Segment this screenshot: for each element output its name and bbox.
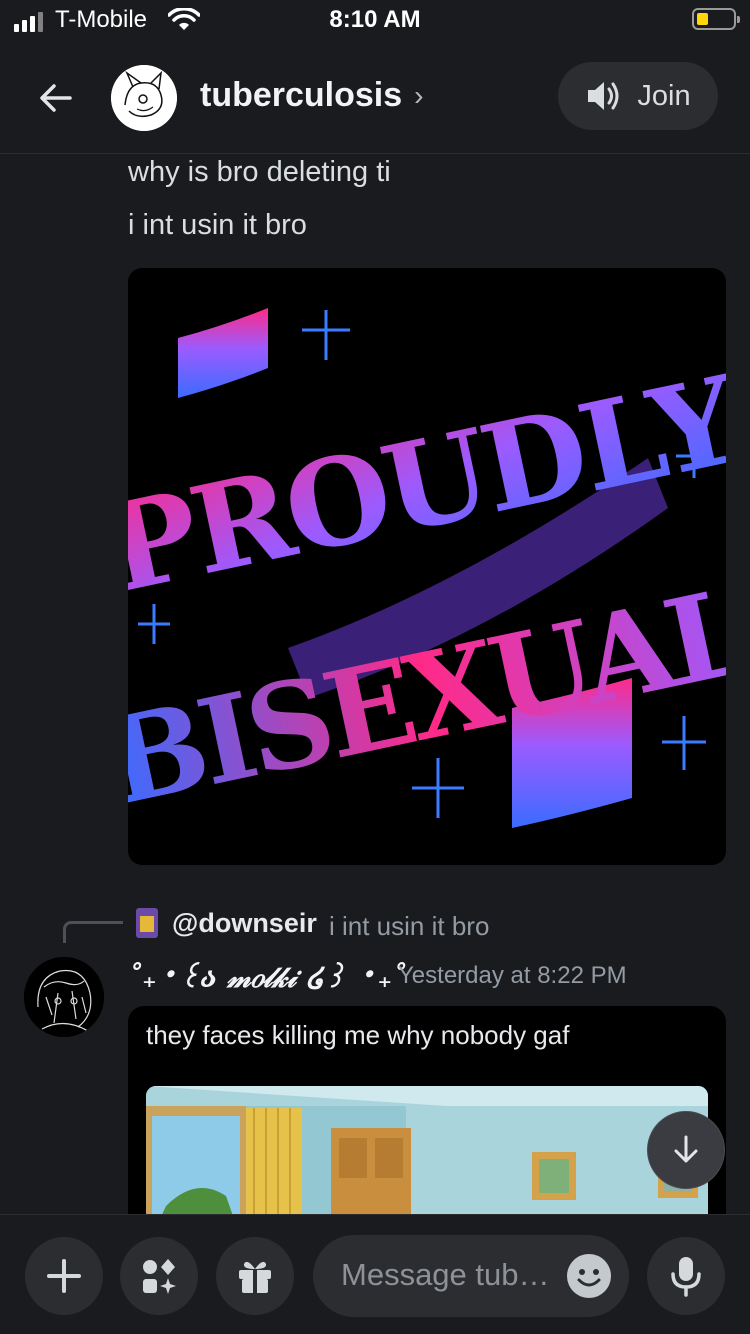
author-avatar[interactable] <box>24 957 104 1037</box>
image-word-1: PROUDLY <box>128 349 726 621</box>
arrow-down-icon <box>674 1135 698 1163</box>
channel-name: tuberculosis <box>200 76 403 114</box>
message-placeholder: Message tub… <box>341 1257 550 1292</box>
image-attachment[interactable]: PROUDLY BISEXUAL <box>128 268 726 865</box>
message-embed[interactable]: they faces killing me why nobody gaf <box>128 1006 726 1236</box>
join-label: Join <box>637 79 691 112</box>
message-timestamp: Yesterday at 8:22 PM <box>398 962 627 989</box>
reply-connector <box>63 921 123 943</box>
status-bar: T-Mobile 8:10 AM <box>0 0 750 40</box>
reply-avatar[interactable] <box>133 906 161 940</box>
apps-icon <box>143 1259 176 1294</box>
message-text: why is bro deleting ti <box>128 156 391 188</box>
add-attachment-button[interactable] <box>25 1237 103 1315</box>
jump-to-bottom-button[interactable] <box>647 1111 725 1189</box>
channel-title[interactable]: tuberculosis › <box>200 76 424 115</box>
embed-caption: they faces killing me why nobody gaf <box>146 1020 570 1050</box>
channel-header: tuberculosis › Join <box>0 40 750 154</box>
arrow-left-icon[interactable] <box>34 76 78 120</box>
speaker-icon <box>588 82 619 110</box>
author-name[interactable]: ˚₊‧꒰ა 𝓂𝑜𝓁𝓀𝒾 ໒꒱ ‧₊˚ <box>128 957 406 995</box>
emoji-icon[interactable] <box>567 1254 611 1298</box>
reply-preview[interactable]: i int usin it bro <box>329 911 489 942</box>
join-voice-button[interactable]: Join <box>558 62 718 130</box>
voice-message-button[interactable] <box>647 1237 725 1315</box>
message-input[interactable]: Message tub… <box>313 1235 629 1317</box>
clock: 8:10 AM <box>329 6 421 33</box>
battery-icon <box>692 8 740 30</box>
apps-button[interactable] <box>120 1237 198 1315</box>
channel-avatar[interactable] <box>111 65 177 131</box>
plus-icon <box>47 1259 81 1293</box>
gift-button[interactable] <box>216 1237 294 1315</box>
reply-username[interactable]: @downseir <box>172 908 317 939</box>
gift-icon <box>239 1261 271 1293</box>
chevron-right-icon: › <box>414 79 424 111</box>
message-text: i int usin it bro <box>128 209 307 241</box>
microphone-icon <box>671 1257 701 1297</box>
composer-bar: Message tub… <box>0 1214 750 1334</box>
